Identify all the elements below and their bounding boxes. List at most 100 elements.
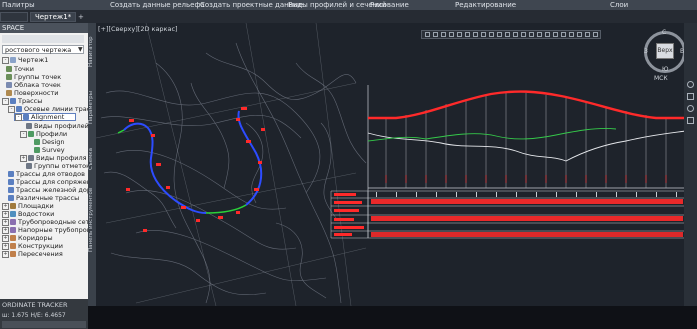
ribbon-modify[interactable]: Редактирование (455, 1, 516, 9)
viewcube-top-face[interactable]: Верх (656, 43, 674, 59)
toolbar-button[interactable] (593, 32, 598, 37)
tree-item-curb-return[interactable]: Трассы для сопряжения (8, 178, 99, 186)
tree-item-pipe-networks[interactable]: + Трубопроводные сети (2, 218, 94, 226)
tree-item-alignments[interactable]: - Трассы (2, 97, 42, 105)
band-labels-red (334, 193, 364, 236)
tree-item-profile-views[interactable]: Виды профилей (26, 122, 89, 130)
tree-item-surfaces[interactable]: Поверхности (6, 89, 58, 97)
toolbar-button[interactable] (433, 32, 438, 37)
tab-survey[interactable]: Съемка (88, 139, 96, 179)
label-groups-icon (26, 163, 32, 169)
file-tab-bar: Чертеж1* + (0, 11, 697, 23)
pipe-networks-icon (10, 219, 16, 225)
offset-alignments-icon (8, 171, 14, 177)
profile-ticks-red (385, 175, 667, 183)
steering-wheel-icon[interactable] (687, 81, 694, 88)
tree-item-offset-alignments[interactable]: Трассы для отводов (8, 170, 85, 178)
toolbar-button[interactable] (449, 32, 454, 37)
tree-item-profiles[interactable]: - Профили (20, 130, 67, 138)
wcs-menu[interactable]: МСК (654, 75, 668, 82)
catchments-icon (10, 211, 16, 217)
toolbar-button[interactable] (505, 32, 510, 37)
toolbar-button[interactable] (497, 32, 502, 37)
toolbar-button[interactable] (457, 32, 462, 37)
palette-toolbar (2, 35, 84, 43)
toolbar-button[interactable] (545, 32, 550, 37)
navigation-bar (684, 23, 697, 306)
palette-side-tabs: Навигатор Параметры Съемка Панель инстру… (88, 23, 96, 306)
tree-item-drawing[interactable]: - Чертеж1 (2, 56, 48, 64)
tree-item-point-clouds[interactable]: Облака точек (6, 81, 61, 89)
toolbar-button[interactable] (465, 32, 470, 37)
ribbon-panel-bar: Палитры Создать данные рельефа Создать п… (0, 0, 697, 11)
pan-icon[interactable] (687, 93, 694, 100)
tab-toolbox[interactable]: Панель инструментов (88, 185, 96, 255)
drawing-icon (10, 57, 16, 63)
profile-grid-verticals (385, 93, 667, 188)
misc-alignments-icon (8, 195, 14, 201)
tree-item-catchments[interactable]: + Водостоки (2, 210, 54, 218)
tab-drawing1[interactable]: Чертеж1* (30, 12, 76, 22)
tree-item-profile-design[interactable]: Design (34, 138, 64, 146)
surfaces-icon (6, 90, 12, 96)
profile-design-icon (34, 139, 40, 145)
toolbar-button[interactable] (481, 32, 486, 37)
chevron-down-icon[interactable]: ▼ (78, 46, 83, 53)
tab-settings[interactable]: Параметры (88, 83, 96, 133)
tree-item-sites[interactable]: + Площадки (2, 202, 54, 210)
toolbar-button[interactable] (441, 32, 446, 37)
toolbar-button[interactable] (489, 32, 494, 37)
toolbar-button[interactable] (529, 32, 534, 37)
tree-item-label-groups[interactable]: Группы отметок (26, 162, 90, 170)
ribbon-draw[interactable]: Рисование (370, 1, 409, 9)
sites-icon (10, 203, 16, 209)
coord-controls[interactable] (2, 321, 86, 328)
toolbar-button[interactable] (521, 32, 526, 37)
orbit-icon[interactable] (687, 117, 694, 124)
profile-bands (330, 190, 686, 239)
tree-item-alignment-selected[interactable]: - Alignment (14, 113, 76, 121)
tree-item-profile-views-2[interactable]: + Виды профиля (20, 154, 87, 162)
tree-item-profile-survey[interactable]: Survey (34, 146, 65, 154)
toolbar-button[interactable] (585, 32, 590, 37)
toolbar-button[interactable] (537, 32, 542, 37)
toolbar-button[interactable] (425, 32, 430, 37)
viewcube-north[interactable]: С (662, 29, 666, 36)
tree-item-intersections[interactable]: + Пересечения (2, 250, 63, 258)
coordinate-tracker: ORDINATE TRACKER ш: 1.675 Н/Е: 6.4657 (0, 299, 88, 329)
toolbar-button[interactable] (553, 32, 558, 37)
corridors-icon (10, 235, 16, 241)
alignment-plan-blue-west (123, 122, 207, 214)
toolbar-button[interactable] (473, 32, 478, 37)
tree-item-points[interactable]: Точки (6, 65, 34, 73)
ribbon-layers[interactable]: Слои (610, 1, 628, 9)
design-profile-line (368, 90, 686, 120)
coord-title: ORDINATE TRACKER (2, 301, 68, 309)
ribbon-palettes[interactable]: Палитры (2, 1, 35, 9)
toolbar-button[interactable] (513, 32, 518, 37)
ribbon-create-ground-data[interactable]: Создать данные рельефа (110, 1, 205, 9)
palette-title: SPACE (0, 23, 88, 33)
drawing-canvas (96, 23, 687, 306)
tree-item-misc-alignments[interactable]: Различные трассы (8, 194, 79, 202)
view-dropdown[interactable]: ростового чертежа (2, 45, 84, 54)
model-viewport[interactable]: [+][Сверху][2D каркас] Верх С Ю З В МСК (96, 23, 697, 306)
toolbar-button[interactable] (561, 32, 566, 37)
start-tab[interactable] (0, 12, 28, 22)
coord-values: ш: 1.675 Н/Е: 6.4657 (2, 312, 66, 319)
profiles-icon (28, 131, 34, 137)
toolbar-button[interactable] (577, 32, 582, 37)
tree-item-point-groups[interactable]: Группы точек (6, 73, 61, 81)
tree-item-centerline-alignments[interactable]: - Осевые линии трасс (8, 105, 94, 113)
tree-item-assemblies[interactable]: + Конструкции (2, 242, 63, 250)
new-tab-plus-icon[interactable]: + (78, 13, 84, 21)
viewport-toolbar (421, 30, 601, 39)
zoom-icon[interactable] (687, 105, 694, 112)
viewcube-west[interactable]: З (644, 48, 648, 55)
centerline-icon (16, 106, 22, 112)
toolbar-button[interactable] (569, 32, 574, 37)
alignments-icon (10, 98, 16, 104)
tab-navigator[interactable]: Навигатор (88, 27, 96, 77)
viewcube-south[interactable]: Ю (662, 66, 668, 73)
tree-item-corridors[interactable]: + Коридоры (2, 234, 53, 242)
